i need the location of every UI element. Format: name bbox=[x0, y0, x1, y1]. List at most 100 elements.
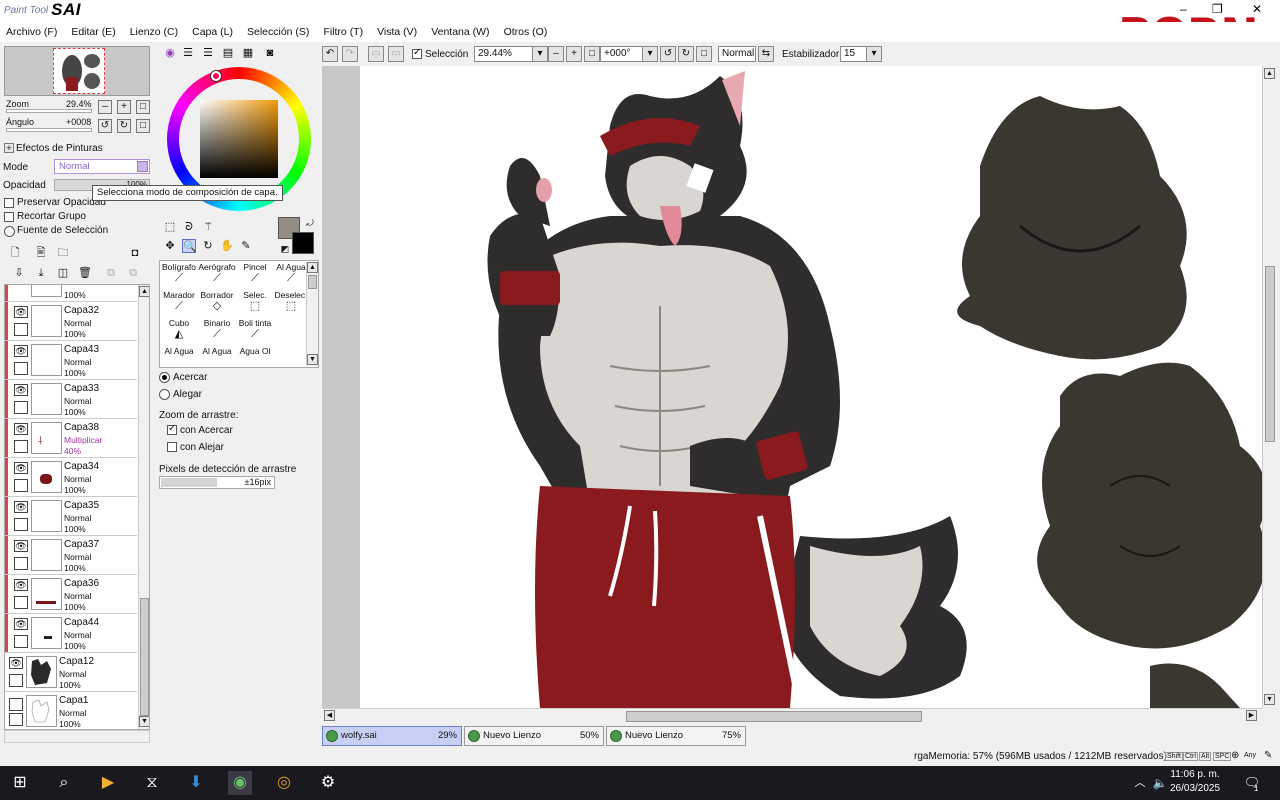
capcut-icon[interactable]: ⧖ bbox=[140, 771, 164, 795]
scroll-down-icon[interactable]: ▼ bbox=[307, 354, 318, 365]
hsv-slider-tab-icon[interactable]: ☰ bbox=[201, 46, 215, 60]
zoom-tool-icon[interactable]: 🔍 bbox=[182, 239, 197, 253]
tool-brush[interactable]: Pincel ⟋ bbox=[236, 262, 274, 290]
tool-grid-scrollbar[interactable]: ▲ ▼ bbox=[306, 262, 318, 366]
eye-icon[interactable]: 👁 bbox=[14, 618, 28, 630]
chrome-icon[interactable]: ◎ bbox=[272, 771, 296, 795]
doc-tab-nuevo-lienzo-2[interactable]: Nuevo Lienzo 75% bbox=[606, 726, 746, 746]
eye-icon[interactable]: 👁 bbox=[14, 462, 28, 474]
angle-slider[interactable] bbox=[6, 128, 92, 132]
stabilizer-dropdown-icon[interactable]: ▾ bbox=[866, 46, 882, 62]
canvas-horizontal-scrollbar[interactable]: ◀ ▶ bbox=[322, 708, 1262, 724]
layer-lock-box[interactable] bbox=[14, 557, 28, 570]
canvas-rotate-right-button[interactable]: ↻ bbox=[678, 46, 694, 62]
merge-mask-icon[interactable]: ⧉ bbox=[126, 266, 140, 280]
layer-item[interactable]: 👁 Capa32 Normal 100% bbox=[5, 302, 137, 341]
search-icon[interactable]: ⌕ bbox=[52, 771, 76, 795]
new-layer-icon[interactable]: 🗋 bbox=[8, 246, 22, 260]
eye-icon[interactable]: 👁 bbox=[14, 306, 28, 318]
clip-group-checkbox[interactable] bbox=[4, 212, 14, 222]
rotate-tool-icon[interactable]: ↻ bbox=[201, 239, 215, 253]
undo-icon[interactable]: ↶ bbox=[322, 46, 338, 62]
media-app-icon[interactable]: ▶ bbox=[96, 771, 120, 795]
tool-ink-pen[interactable]: Boli tinta ⟋ bbox=[236, 318, 274, 346]
layer-item[interactable]: 👁 Capa34 Normal 100% bbox=[5, 458, 137, 497]
menu-ventana[interactable]: Ventana (W) bbox=[431, 26, 489, 38]
canvas-zoom-reset-button[interactable]: □ bbox=[584, 46, 600, 62]
lasso-icon[interactable]: ᘐ bbox=[182, 220, 196, 234]
flip-canvas-icon[interactable]: ⇆ bbox=[758, 46, 774, 62]
menu-editar[interactable]: Editar (E) bbox=[71, 26, 115, 38]
eye-icon[interactable]: 👁 bbox=[14, 579, 28, 591]
preserve-opacity-checkbox[interactable] bbox=[4, 198, 14, 208]
navigator-viewport[interactable] bbox=[53, 48, 105, 94]
layer-item[interactable]: 👁 Capa33 Normal 100% bbox=[5, 380, 137, 419]
show-selection-checkbox[interactable] bbox=[412, 47, 422, 59]
drag-zoom-out-checkbox[interactable] bbox=[167, 442, 177, 452]
rotate-reset-button[interactable]: □ bbox=[136, 119, 150, 133]
eye-icon[interactable]: 👁 bbox=[14, 384, 28, 396]
zoom-in-radio[interactable] bbox=[159, 372, 170, 383]
deselect-button[interactable]: ▭ bbox=[368, 46, 384, 62]
angle-field[interactable]: +000° bbox=[600, 46, 648, 62]
doc-tab-wolfy[interactable]: wolfy.sai 29% bbox=[322, 726, 462, 746]
scroll-right-icon[interactable]: ▶ bbox=[1246, 710, 1257, 721]
eye-icon[interactable]: 👁 bbox=[14, 345, 28, 357]
angle-dropdown-icon[interactable]: ▾ bbox=[642, 46, 658, 62]
canvas-hscroll-thumb[interactable] bbox=[626, 711, 922, 722]
redo-icon[interactable]: ↷ bbox=[342, 46, 358, 62]
layer-item[interactable]: 👁 ⸸ Capa38 Multiplicar 40% bbox=[5, 419, 137, 458]
new-linework-layer-icon[interactable]: 🖹 bbox=[34, 246, 48, 260]
zoom-slider[interactable] bbox=[6, 109, 92, 113]
transfer-down-icon[interactable]: ⇩ bbox=[12, 266, 26, 280]
swatches-tab-icon[interactable]: ▦ bbox=[241, 46, 255, 60]
zoom-out-radio[interactable] bbox=[159, 389, 170, 400]
apply-mask-icon[interactable]: ⧉ bbox=[104, 266, 118, 280]
move-icon[interactable]: ✥ bbox=[163, 239, 177, 253]
layer-item[interactable]: 👁 Capa35 Normal 100% bbox=[5, 497, 137, 536]
windows-start-icon[interactable]: ⊞ bbox=[8, 771, 32, 795]
menu-otros[interactable]: Otros (O) bbox=[504, 26, 548, 38]
tool-pen[interactable]: Bolígrafo ⟋ bbox=[160, 262, 198, 290]
layer-item[interactable]: 👁 Capa43 Normal 100% bbox=[5, 341, 137, 380]
layer-scroll-thumb[interactable] bbox=[140, 598, 149, 716]
layer-list-scrollbar[interactable]: ▲ ▼ bbox=[138, 285, 149, 729]
zoom-reset-button[interactable]: □ bbox=[136, 100, 150, 114]
canvas-vscroll-thumb[interactable] bbox=[1265, 266, 1275, 442]
layer-item[interactable]: Capa1 Normal 100% bbox=[5, 692, 137, 729]
hue-picker-handle[interactable] bbox=[211, 71, 221, 81]
tool-select-pen[interactable]: Selec. ⬚ bbox=[236, 290, 274, 318]
rgb-slider-tab-icon[interactable]: ☰ bbox=[181, 46, 195, 60]
scratchpad-tab-icon[interactable]: ◙ bbox=[263, 46, 277, 60]
menu-seleccion[interactable]: Selección (S) bbox=[247, 26, 309, 38]
drag-zoom-in-checkbox[interactable] bbox=[167, 423, 177, 435]
doc-tab-nuevo-lienzo-1[interactable]: Nuevo Lienzo 50% bbox=[464, 726, 604, 746]
new-folder-icon[interactable]: 🗀 bbox=[56, 246, 70, 260]
tool-water-3[interactable]: Al Agua bbox=[198, 346, 236, 366]
canvas-zoom-out-button[interactable]: – bbox=[548, 46, 564, 62]
rect-select-icon[interactable]: ⬚ bbox=[163, 220, 177, 234]
download-app-icon[interactable]: ⬇ bbox=[184, 771, 208, 795]
scroll-up-icon[interactable]: ▲ bbox=[307, 262, 318, 273]
menu-vista[interactable]: Vista (V) bbox=[377, 26, 417, 38]
tool-airbrush[interactable]: Aerógrafo ⟋ bbox=[198, 262, 236, 290]
layer-lock-box[interactable] bbox=[14, 440, 28, 453]
effects-expand-icon[interactable]: + bbox=[4, 143, 14, 153]
layer-lock-box[interactable] bbox=[9, 713, 23, 726]
color-mixer-tab-icon[interactable]: ▤ bbox=[221, 46, 235, 60]
canvas-vertical-scrollbar[interactable]: ▲ ▼ bbox=[1262, 66, 1276, 708]
layer-lock-box[interactable] bbox=[14, 401, 28, 414]
navigator-preview[interactable] bbox=[4, 46, 150, 96]
clear-layer-icon[interactable]: ◫ bbox=[56, 266, 70, 280]
zoom-field[interactable]: 29.44% bbox=[474, 46, 534, 62]
layer-list-hscroll[interactable] bbox=[4, 730, 150, 743]
canvas-rotate-reset-button[interactable]: □ bbox=[696, 46, 712, 62]
paint-tool-sai-taskbar-icon[interactable]: ◉ bbox=[228, 771, 252, 795]
tool-water-2[interactable]: Al Agua bbox=[160, 346, 198, 366]
effects-label[interactable]: Efectos de Pinturas bbox=[16, 143, 103, 154]
canvas-zoom-in-button[interactable]: + bbox=[566, 46, 582, 62]
blend-mode-select[interactable]: Normal bbox=[54, 159, 150, 174]
transparent-color-icon[interactable]: ◩ bbox=[278, 242, 292, 256]
canvas-document[interactable] bbox=[360, 66, 1262, 708]
menu-filtro[interactable]: Filtro (T) bbox=[323, 26, 363, 38]
